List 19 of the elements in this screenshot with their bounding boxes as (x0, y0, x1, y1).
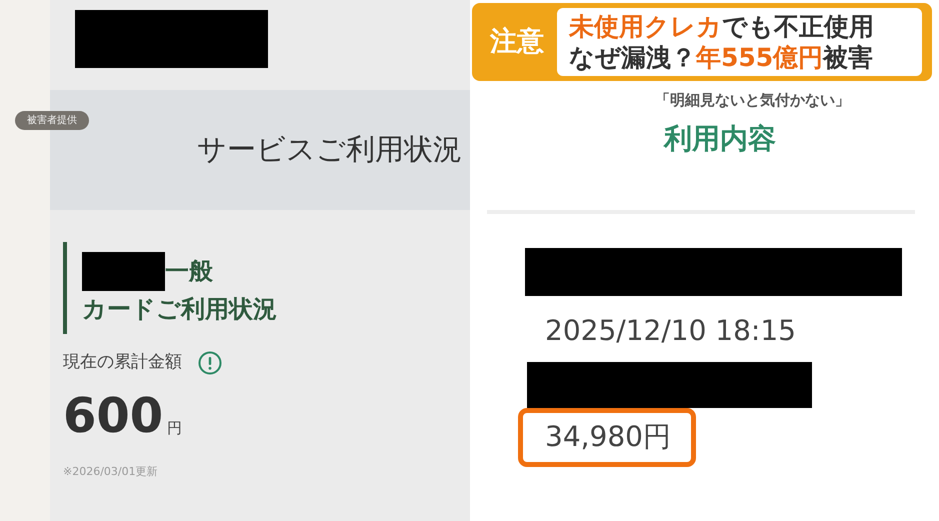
subtitle: 「明細見ないと気付かない」 (655, 90, 850, 111)
updated-note: ※2026/03/01更新 (63, 464, 159, 480)
caption-text: 年555億円 (696, 43, 824, 72)
card-title: カードご利用状況 (82, 294, 278, 325)
currency-unit: 円 (167, 418, 182, 440)
caption-text: でも不正使用 (722, 12, 874, 41)
caption-text: 未使用クレカ (569, 12, 722, 41)
total-amount: 600 (63, 392, 164, 440)
transaction-amount: 34,980円 (518, 408, 696, 467)
transaction-datetime: 2025/12/10 18:15 (545, 313, 797, 349)
caption-text: 被害 (823, 43, 874, 72)
total-label: 現在の累計金額 (63, 351, 182, 374)
info-icon[interactable] (198, 350, 222, 375)
caption-tag: 注意 (477, 22, 557, 62)
section-title: サービスご利用状況 (197, 131, 462, 168)
card-name: 一般 (165, 256, 213, 287)
caption-text: なぜ漏洩？ (569, 43, 696, 72)
credit-badge: 被害者提供 (15, 111, 89, 130)
screen-title: 利用内容 (662, 121, 777, 157)
